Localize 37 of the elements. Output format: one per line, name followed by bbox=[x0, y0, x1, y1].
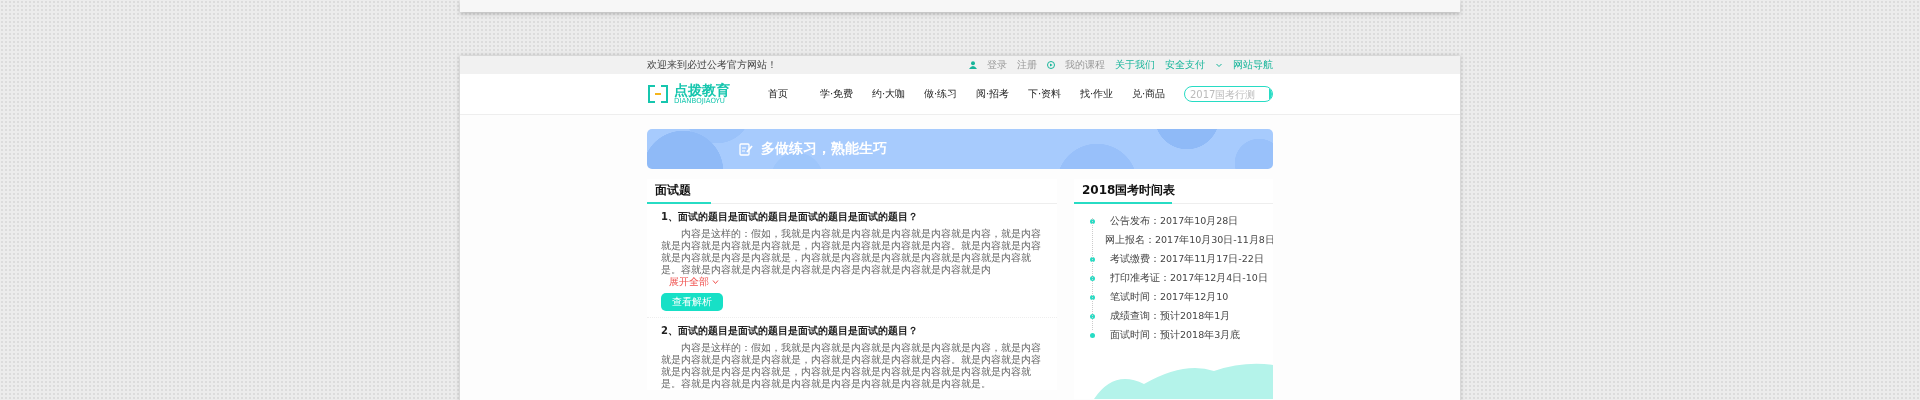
schedule-item: 面试时间：预计2018年3月底 bbox=[1110, 329, 1241, 342]
play-icon bbox=[1047, 61, 1055, 69]
timeline-dot bbox=[1090, 314, 1095, 319]
timeline-dot bbox=[1090, 333, 1095, 338]
chevron-down-icon bbox=[712, 279, 719, 285]
question-title: 1、面试的题目是面试的题目是面试的题目是面试的题目？ bbox=[661, 210, 919, 224]
schedule-item: 公告发布：2017年10月28日 bbox=[1110, 215, 1239, 228]
nav-item[interactable]: 做·练习 bbox=[924, 87, 976, 101]
timeline-dot bbox=[1090, 219, 1095, 224]
nav-item[interactable]: 下·资料 bbox=[1028, 87, 1080, 101]
timeline-dot bbox=[1090, 295, 1095, 300]
edit-icon bbox=[739, 142, 753, 156]
welcome-text: 欢迎来到必过公考官方网站！ bbox=[647, 58, 777, 72]
logo-text: 点拨教育 bbox=[674, 82, 730, 97]
schedule-item: 打印准考证：2017年12月4日-10日 bbox=[1110, 272, 1268, 285]
nav-item[interactable]: 找·作业 bbox=[1080, 87, 1132, 101]
nav-item[interactable]: 约·大咖 bbox=[872, 87, 924, 101]
expand-link[interactable]: 展开全部 bbox=[669, 276, 709, 287]
panel-title: 面试题 bbox=[647, 179, 1057, 204]
schedule-item: 成绩查询：预计2018年1月 bbox=[1110, 310, 1231, 323]
panel-title: 2018国考时间表 bbox=[1074, 179, 1273, 204]
user-icon bbox=[969, 61, 977, 69]
logo-icon bbox=[647, 85, 669, 103]
timeline-dot bbox=[1090, 276, 1095, 281]
question-body: 内容是这样的：假如，我就是内容就是内容就是内容就是内容就是内容，就是内容就是内容就是内容就是内容就是，内容就是内容就是内容就是内容。就是内容就是内容就是内容就是内容是内容就是，内容就是内容就是内容就是内容就是内容就是内容就是。容就是内容就是内容就是内容就是内容是内容就是内容就是内容就是。 bbox=[661, 342, 1042, 390]
caret-icon bbox=[1215, 61, 1223, 69]
banner-title: 多做练习，熟能生巧 bbox=[761, 140, 887, 158]
schedule-item: 考试缴费：2017年11月17日-22日 bbox=[1110, 253, 1264, 266]
question-title: 2、面试的题目是面试的题目是面试的题目是面试的题目？ bbox=[661, 324, 919, 338]
timeline-dot bbox=[1090, 257, 1095, 262]
nav-item[interactable]: 首页 bbox=[768, 87, 820, 101]
nav-item[interactable]: 学·免费 bbox=[820, 87, 872, 101]
schedule-item: 笔试时间：2017年12月10 bbox=[1110, 291, 1229, 304]
nav-item[interactable]: 阅·招考 bbox=[976, 87, 1028, 101]
schedule-item: 网上报名：2017年10月30日-11月8日 bbox=[1105, 234, 1273, 247]
nav-item[interactable]: 兑·商品 bbox=[1132, 87, 1184, 101]
question-body: 内容是这样的：假如，我就是内容就是内容就是内容就是内容就是内容，就是内容就是内容就是内容就是内容就是，内容就是内容就是内容就是内容。就是内容就是内容就是内容就是内容是内容就是，内容就是内容就是内容就是内容就是内容就是内容就是。容就是内容就是内容就是内容就是内容是内容就是内容就是内容就是内 展开全部 bbox=[661, 228, 1042, 288]
